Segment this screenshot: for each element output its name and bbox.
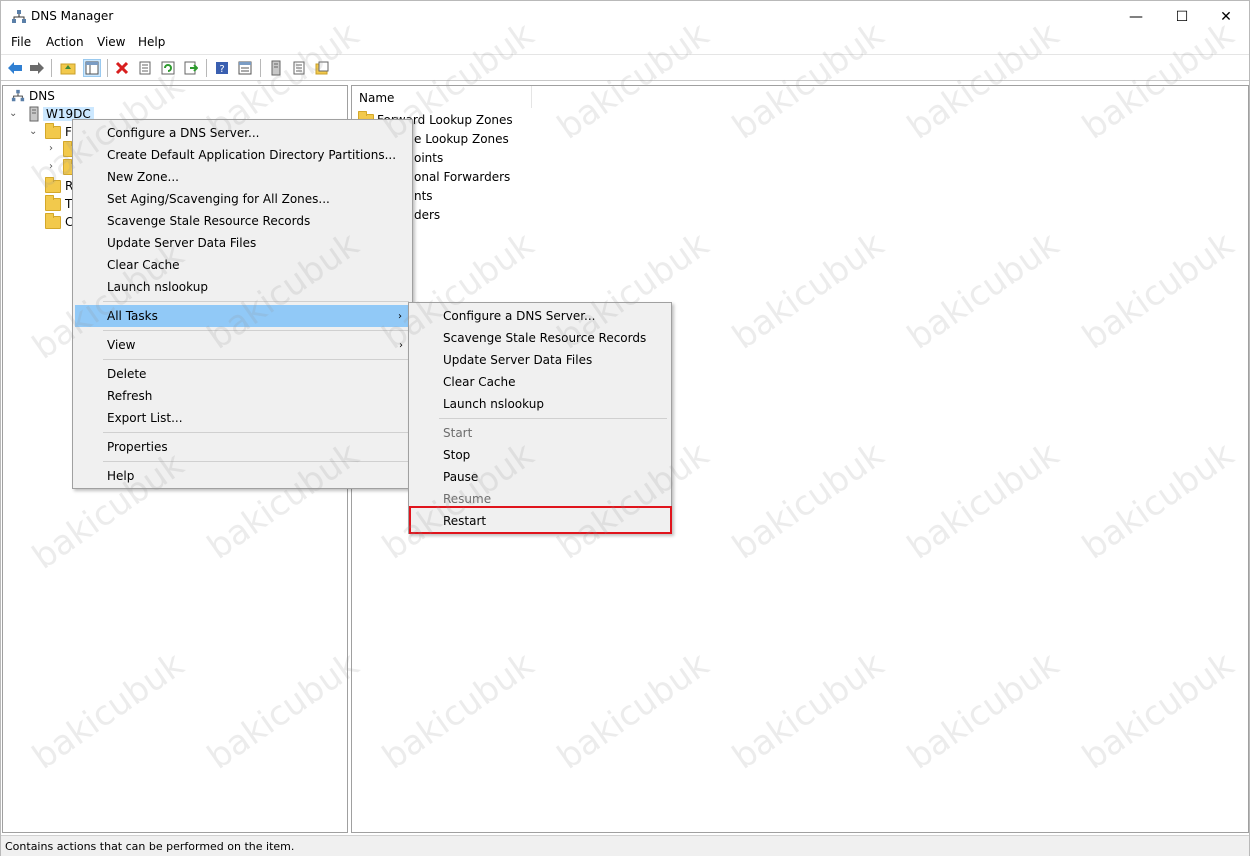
menu-separator (103, 432, 409, 433)
up-folder-icon[interactable] (59, 59, 77, 77)
list-item[interactable]: ders (414, 206, 440, 224)
menu-item-update-data-files[interactable]: Update Server Data Files (75, 232, 411, 254)
all-tasks-submenu: Configure a DNS Server... Scavenge Stale… (408, 302, 672, 534)
list-item[interactable]: e Lookup Zones (414, 130, 509, 148)
server-icon (29, 106, 39, 122)
menu-separator (103, 461, 409, 462)
submenu-item-clear-cache[interactable]: Clear Cache (411, 371, 669, 393)
restart-highlight-box (409, 506, 672, 534)
menu-item-clear-cache[interactable]: Clear Cache (75, 254, 411, 276)
tree-item-trust-points[interactable]: T (45, 194, 72, 213)
tree-item-conditional-forwarders[interactable]: C (45, 212, 73, 231)
chevron-down-icon[interactable]: ⌄ (9, 108, 17, 119)
status-text: Contains actions that can be performed o… (5, 840, 295, 853)
chevron-right-icon[interactable]: › (49, 161, 53, 172)
submenu-item-configure-dns[interactable]: Configure a DNS Server... (411, 305, 669, 327)
toolbar: ? (1, 54, 1249, 81)
menu-item-launch-nslookup[interactable]: Launch nslookup (75, 276, 411, 298)
tree-label: DNS (29, 89, 55, 103)
submenu-item-scavenge[interactable]: Scavenge Stale Resource Records (411, 327, 669, 349)
list-item-label: ders (414, 208, 441, 222)
list-item[interactable]: nts (414, 187, 433, 205)
menu-item-view[interactable]: View › (75, 334, 411, 356)
chevron-right-icon[interactable]: › (49, 143, 53, 154)
list-icon[interactable] (290, 59, 308, 77)
tree-label: F (65, 125, 72, 139)
list-item-label: e Lookup Zones (414, 132, 509, 146)
list-item[interactable]: onal Forwarders (414, 168, 510, 186)
menu-separator (103, 330, 409, 331)
tree-item-reverse-lookup[interactable]: R (45, 176, 73, 195)
zone-icon[interactable] (313, 59, 331, 77)
menu-item-new-zone[interactable]: New Zone... (75, 166, 411, 188)
list-item-label: onal Forwarders (414, 170, 511, 184)
menu-item-create-partitions[interactable]: Create Default Application Directory Par… (75, 144, 411, 166)
minimize-button[interactable]: — (1113, 1, 1159, 33)
window-title: DNS Manager (31, 9, 114, 23)
properties-icon[interactable] (136, 59, 154, 77)
context-menu: Configure a DNS Server... Create Default… (72, 119, 413, 489)
menu-item-refresh[interactable]: Refresh (75, 385, 411, 407)
menu-item-configure-dns[interactable]: Configure a DNS Server... (75, 122, 411, 144)
column-header-label: Name (359, 91, 395, 105)
help-icon[interactable]: ? (213, 59, 231, 77)
menu-item-all-tasks[interactable]: All Tasks › (75, 305, 410, 327)
submenu-item-launch-nslookup[interactable]: Launch nslookup (411, 393, 669, 415)
show-hide-tree-icon[interactable] (83, 59, 101, 77)
menu-action[interactable]: Action (46, 35, 84, 49)
dns-manager-icon (12, 10, 26, 23)
submenu-item-start: Start (443, 426, 473, 440)
chevron-right-icon: › (398, 310, 402, 322)
status-bar: Contains actions that can be performed o… (1, 835, 1249, 856)
server-icon[interactable] (267, 59, 285, 77)
submenu-item-pause[interactable]: Pause (411, 466, 669, 488)
list-item-label: oints (414, 151, 444, 165)
maximize-button[interactable]: ☐ (1159, 1, 1205, 33)
folder-icon (45, 122, 61, 139)
folder-icon (45, 212, 61, 229)
menu-item-help[interactable]: Help (75, 465, 411, 487)
menu-item-delete[interactable]: Delete (75, 363, 411, 385)
menu-help[interactable]: Help (138, 35, 165, 49)
menu-separator (439, 418, 667, 419)
menu-separator (103, 359, 409, 360)
column-header-name[interactable]: Name (352, 86, 532, 108)
submenu-item-stop[interactable]: Stop (411, 444, 669, 466)
folder-icon (45, 176, 61, 193)
chevron-down-icon[interactable]: ⌄ (29, 126, 37, 137)
show-console-icon[interactable] (236, 59, 254, 77)
dns-manager-window: DNS Manager — ☐ ✕ File Action View Help (0, 0, 1250, 856)
dns-root-icon (11, 89, 25, 102)
close-button[interactable]: ✕ (1203, 1, 1249, 33)
menu-view[interactable]: View (97, 35, 125, 49)
folder-icon (45, 194, 61, 211)
svg-text:?: ? (219, 64, 224, 75)
tree-item-forward-lookup[interactable]: F (45, 122, 72, 141)
export-list-icon[interactable] (182, 59, 200, 77)
back-arrow-icon[interactable] (6, 59, 24, 77)
refresh-icon[interactable] (159, 59, 177, 77)
menu-file[interactable]: File (11, 35, 31, 49)
chevron-right-icon: › (399, 339, 403, 351)
list-item[interactable]: oints (414, 149, 443, 167)
submenu-item-update-data-files[interactable]: Update Server Data Files (411, 349, 669, 371)
title-bar[interactable]: DNS Manager — ☐ ✕ (1, 1, 1249, 33)
delete-icon[interactable] (113, 59, 131, 77)
menu-item-export-list[interactable]: Export List... (75, 407, 411, 429)
tree-item-dns[interactable]: DNS (11, 87, 55, 105)
menu-item-properties[interactable]: Properties (75, 436, 411, 458)
list-item-label: nts (414, 189, 433, 203)
menu-bar: File Action View Help (1, 33, 1249, 53)
menu-item-set-aging[interactable]: Set Aging/Scavenging for All Zones... (75, 188, 411, 210)
menu-separator (103, 301, 409, 302)
menu-item-scavenge[interactable]: Scavenge Stale Resource Records (75, 210, 411, 232)
forward-arrow-icon[interactable] (28, 59, 46, 77)
